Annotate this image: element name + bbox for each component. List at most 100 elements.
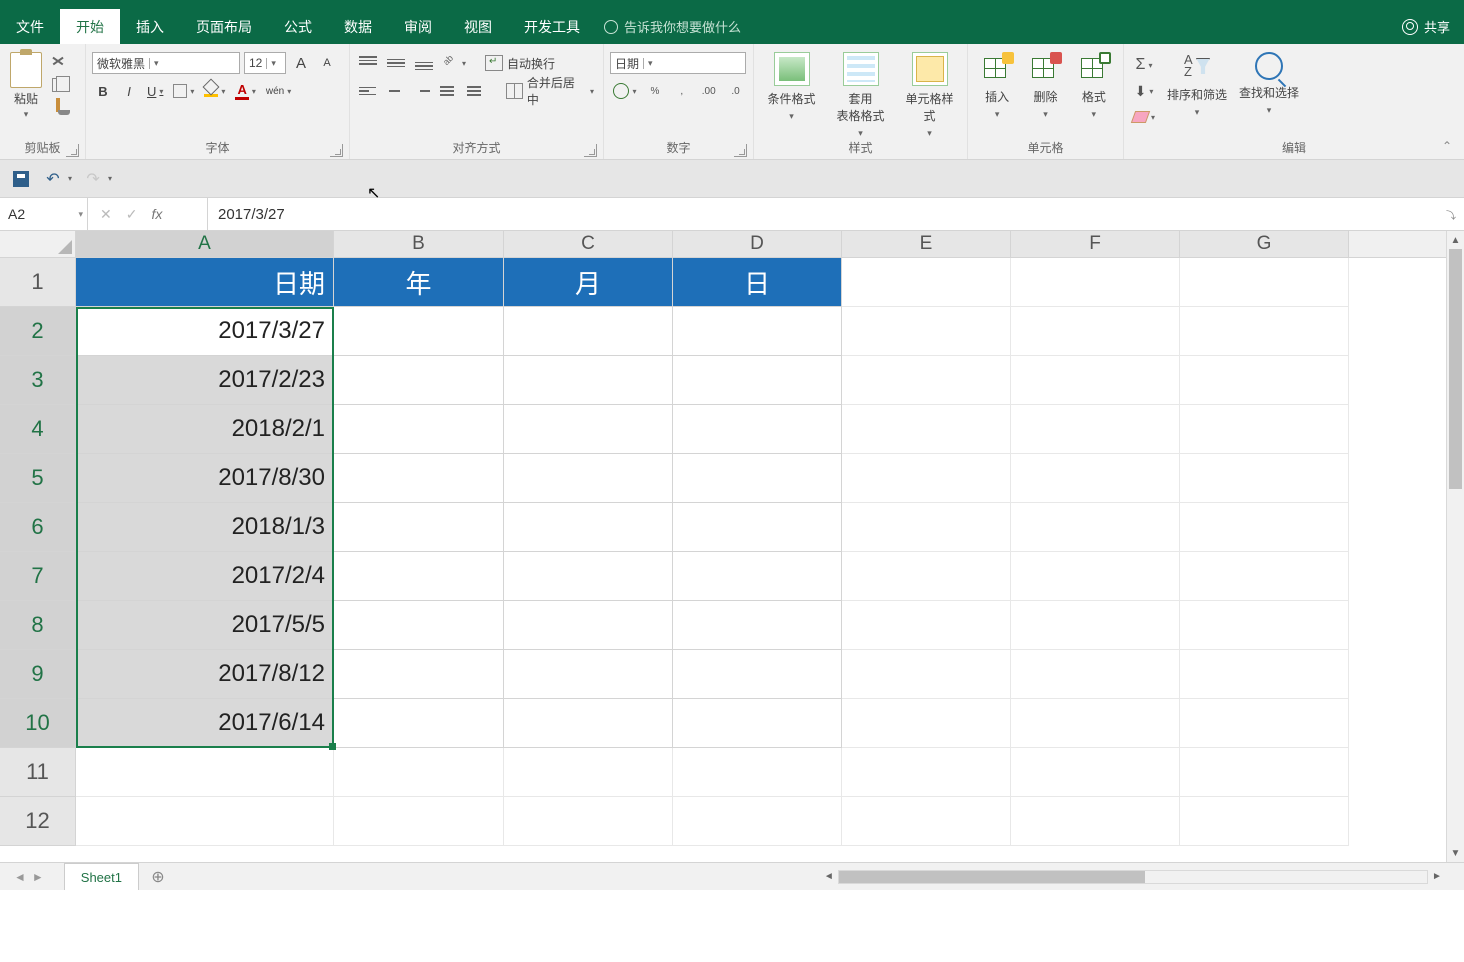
- cell-F11[interactable]: [1011, 748, 1180, 797]
- cell-D6[interactable]: [673, 503, 842, 552]
- cell-A4[interactable]: 2018/2/1: [76, 405, 334, 454]
- cell-D2[interactable]: [673, 307, 842, 356]
- cell-C10[interactable]: [504, 699, 673, 748]
- tell-me[interactable]: 告诉我你想要做什么: [596, 9, 741, 44]
- cell-C9[interactable]: [504, 650, 673, 699]
- cell-C4[interactable]: [504, 405, 673, 454]
- cell-styles-button[interactable]: 单元格样式 ▾: [902, 52, 957, 139]
- cell-C1[interactable]: 月: [504, 258, 673, 307]
- formula-input[interactable]: 2017/3/27 ⤵: [208, 198, 1464, 230]
- tab-nav-prev[interactable]: ◄: [14, 870, 26, 884]
- orientation-button[interactable]: [440, 52, 469, 74]
- insert-function-button[interactable]: fx: [151, 206, 162, 222]
- cell-D10[interactable]: [673, 699, 842, 748]
- clear-button[interactable]: [1130, 106, 1158, 128]
- cell-G4[interactable]: [1180, 405, 1349, 454]
- tab-formulas[interactable]: 公式: [268, 9, 328, 44]
- cell-D5[interactable]: [673, 454, 842, 503]
- dialog-launcher[interactable]: [330, 144, 343, 157]
- cell-C8[interactable]: [504, 601, 673, 650]
- row-header-11[interactable]: 11: [0, 748, 76, 797]
- scroll-track[interactable]: [1447, 249, 1464, 844]
- align-bottom-button[interactable]: [412, 52, 436, 74]
- underline-button[interactable]: U: [144, 80, 166, 102]
- chevron-down-icon[interactable]: ▾: [68, 174, 72, 183]
- cell-C2[interactable]: [504, 307, 673, 356]
- cell-G1[interactable]: [1180, 258, 1349, 307]
- cell-B7[interactable]: [334, 552, 504, 601]
- cell-D8[interactable]: [673, 601, 842, 650]
- increase-indent-button[interactable]: [464, 80, 487, 102]
- col-header-G[interactable]: G: [1180, 231, 1349, 257]
- cell-E1[interactable]: [842, 258, 1011, 307]
- format-painter-button[interactable]: [56, 98, 60, 112]
- row-header-9[interactable]: 9: [0, 650, 76, 699]
- row-header-6[interactable]: 6: [0, 503, 76, 552]
- cell-C3[interactable]: [504, 356, 673, 405]
- cell-E12[interactable]: [842, 797, 1011, 846]
- tab-nav-next[interactable]: ►: [32, 870, 44, 884]
- cell-D3[interactable]: [673, 356, 842, 405]
- cell-A9[interactable]: 2017/8/12: [76, 650, 334, 699]
- row-header-7[interactable]: 7: [0, 552, 76, 601]
- cell-G5[interactable]: [1180, 454, 1349, 503]
- cell-F1[interactable]: [1011, 258, 1180, 307]
- align-left-button[interactable]: [356, 80, 379, 102]
- insert-cells-button[interactable]: 插入 ▾: [978, 52, 1016, 139]
- cell-D7[interactable]: [673, 552, 842, 601]
- scroll-thumb[interactable]: [1449, 249, 1462, 489]
- hscroll-thumb[interactable]: [839, 871, 1145, 883]
- scroll-left-button[interactable]: ◄: [820, 871, 838, 882]
- sheet-tab-sheet1[interactable]: Sheet1: [64, 863, 139, 890]
- bold-button[interactable]: B: [92, 80, 114, 102]
- expand-formula-bar-button[interactable]: ⤵: [1446, 207, 1456, 222]
- cell-F5[interactable]: [1011, 454, 1180, 503]
- wrap-text-button[interactable]: 自动换行: [485, 55, 555, 72]
- align-top-button[interactable]: [356, 52, 380, 74]
- new-sheet-button[interactable]: ⊕: [147, 866, 169, 888]
- cell-F9[interactable]: [1011, 650, 1180, 699]
- chevron-down-icon[interactable]: ▾: [108, 174, 112, 183]
- col-header-B[interactable]: B: [334, 231, 504, 257]
- merge-center-button[interactable]: 合并后居中: [503, 80, 597, 102]
- row-header-1[interactable]: 1: [0, 258, 76, 307]
- cell-A5[interactable]: 2017/8/30: [76, 454, 334, 503]
- cell-G6[interactable]: [1180, 503, 1349, 552]
- cell-A1[interactable]: 日期: [76, 258, 334, 307]
- cell-D4[interactable]: [673, 405, 842, 454]
- cancel-formula-button[interactable]: ✕: [100, 206, 112, 223]
- tab-file[interactable]: 文件: [0, 9, 60, 44]
- cell-B11[interactable]: [334, 748, 504, 797]
- col-header-F[interactable]: F: [1011, 231, 1180, 257]
- tab-page-layout[interactable]: 页面布局: [180, 9, 268, 44]
- cell-G7[interactable]: [1180, 552, 1349, 601]
- cell-F8[interactable]: [1011, 601, 1180, 650]
- tab-developer[interactable]: 开发工具: [508, 9, 596, 44]
- cell-A12[interactable]: [76, 797, 334, 846]
- row-header-3[interactable]: 3: [0, 356, 76, 405]
- percent-button[interactable]: %: [643, 80, 666, 102]
- row-header-2[interactable]: 2: [0, 307, 76, 356]
- phonetic-button[interactable]: wén: [263, 80, 294, 102]
- cell-F4[interactable]: [1011, 405, 1180, 454]
- cell-A10[interactable]: 2017/6/14: [76, 699, 334, 748]
- cell-B5[interactable]: [334, 454, 504, 503]
- cell-B10[interactable]: [334, 699, 504, 748]
- col-header-E[interactable]: E: [842, 231, 1011, 257]
- scroll-down-button[interactable]: ▼: [1447, 844, 1464, 862]
- cell-D11[interactable]: [673, 748, 842, 797]
- cell-C6[interactable]: [504, 503, 673, 552]
- cell-E8[interactable]: [842, 601, 1011, 650]
- cell-A6[interactable]: 2018/1/3: [76, 503, 334, 552]
- name-box[interactable]: A2 ▾: [0, 198, 88, 230]
- increase-decimal-button[interactable]: .00: [697, 80, 720, 102]
- align-center-button[interactable]: [383, 80, 406, 102]
- font-color-button[interactable]: A: [232, 80, 258, 102]
- cell-C11[interactable]: [504, 748, 673, 797]
- cell-C12[interactable]: [504, 797, 673, 846]
- cell-D12[interactable]: [673, 797, 842, 846]
- enter-formula-button[interactable]: ✓: [126, 206, 138, 223]
- cell-E7[interactable]: [842, 552, 1011, 601]
- cell-E11[interactable]: [842, 748, 1011, 797]
- cell-D1[interactable]: 日: [673, 258, 842, 307]
